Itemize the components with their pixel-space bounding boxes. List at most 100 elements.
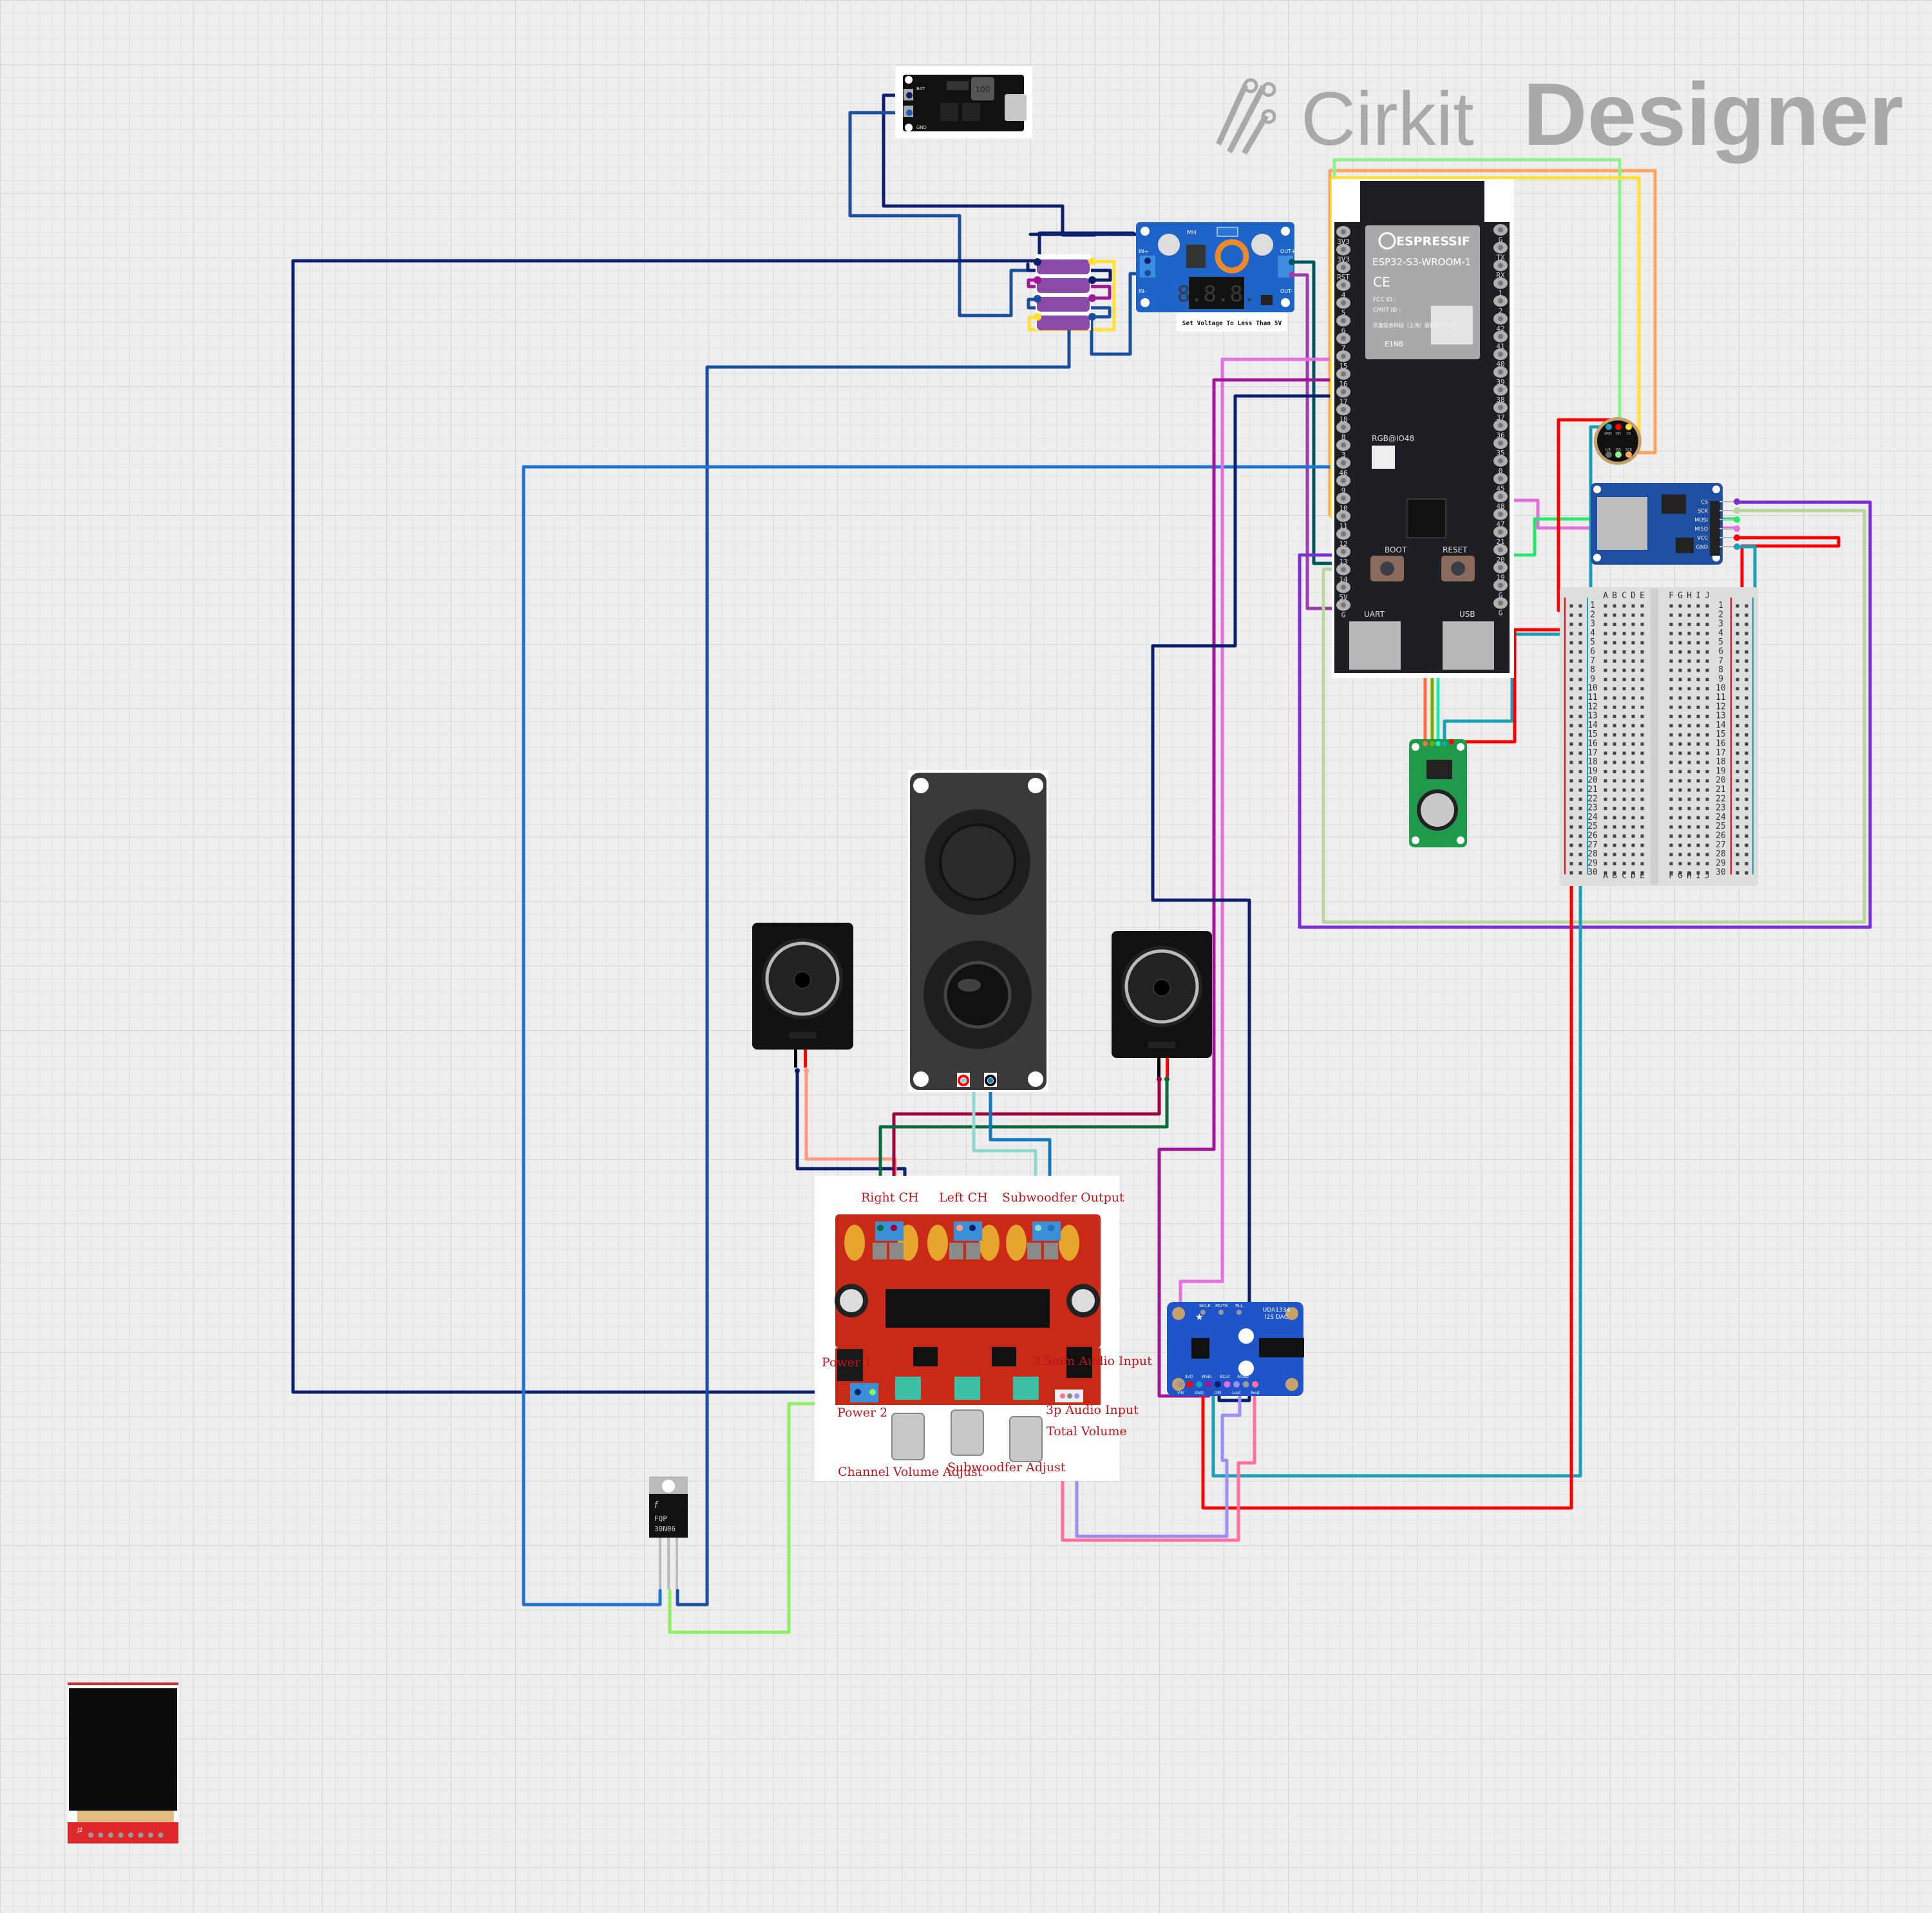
bb-hole[interactable] [1604, 760, 1607, 764]
bb-hole[interactable] [1613, 769, 1616, 773]
tft-display[interactable]: J2 [68, 1682, 178, 1843]
bb-hole[interactable] [1622, 677, 1626, 681]
bb-hole[interactable] [1745, 807, 1748, 811]
bb-hole[interactable] [1678, 677, 1682, 681]
bb-hole[interactable] [1631, 797, 1635, 801]
bb-hole[interactable] [1631, 659, 1635, 663]
bb-hole[interactable] [1669, 816, 1673, 820]
bb-hole[interactable] [1745, 696, 1748, 700]
bb-hole[interactable] [1569, 769, 1573, 773]
bb-hole[interactable] [1696, 825, 1700, 829]
bb-hole[interactable] [1622, 742, 1626, 746]
bb-hole[interactable] [1604, 862, 1607, 865]
bb-hole[interactable] [1622, 807, 1626, 811]
amp-sub-terminal[interactable] [1032, 1221, 1061, 1241]
bb-hole[interactable] [1604, 797, 1607, 801]
bb-hole[interactable] [1745, 853, 1748, 856]
charger-module[interactable]: 100 BAT GND [895, 66, 1032, 138]
dac-pin[interactable] [1252, 1381, 1258, 1388]
bb-hole[interactable] [1705, 733, 1709, 737]
bb-hole[interactable] [1569, 742, 1573, 746]
bb-hole[interactable] [1696, 788, 1700, 792]
bb-hole[interactable] [1569, 853, 1573, 856]
bb-hole[interactable] [1578, 715, 1582, 719]
bb-hole[interactable] [1669, 659, 1673, 663]
uart-micro-usb-port[interactable] [1349, 621, 1401, 670]
bb-hole[interactable] [1631, 632, 1635, 636]
bb-hole[interactable] [1578, 641, 1582, 645]
bb-hole[interactable] [1678, 862, 1682, 865]
sd-pin-cs[interactable] [1734, 498, 1740, 505]
bb-hole[interactable] [1631, 696, 1635, 700]
bb-hole[interactable] [1705, 623, 1709, 627]
bb-hole[interactable] [1696, 632, 1700, 636]
dac-pin[interactable] [1242, 1381, 1249, 1388]
bb-hole[interactable] [1705, 779, 1709, 783]
bb-hole[interactable] [1745, 659, 1748, 663]
bb-hole[interactable] [1687, 834, 1691, 838]
bb-hole[interactable] [1745, 760, 1748, 764]
bb-hole[interactable] [1736, 724, 1739, 728]
bb-hole[interactable] [1687, 862, 1691, 865]
bb-hole[interactable] [1736, 705, 1739, 709]
bb-hole[interactable] [1705, 604, 1709, 608]
bb-hole[interactable] [1745, 788, 1748, 792]
usb-micro-usb-port[interactable] [1443, 621, 1494, 670]
bb-hole[interactable] [1696, 724, 1700, 728]
bb-hole[interactable] [1622, 788, 1626, 792]
bb-hole[interactable] [1613, 742, 1616, 746]
bb-hole[interactable] [1604, 659, 1607, 663]
bb-hole[interactable] [1696, 769, 1700, 773]
bb-hole[interactable] [1569, 696, 1573, 700]
mic-pin-vdd[interactable] [1615, 424, 1622, 430]
bb-hole[interactable] [1604, 843, 1607, 847]
bb-hole[interactable] [1613, 650, 1616, 654]
bb-hole[interactable] [1705, 825, 1709, 829]
bb-hole[interactable] [1640, 733, 1644, 737]
bb-hole[interactable] [1631, 742, 1635, 746]
bb-hole[interactable] [1578, 862, 1582, 865]
dac-pin[interactable] [1177, 1381, 1184, 1388]
bb-hole[interactable] [1578, 705, 1582, 709]
mic-pin-cs[interactable] [1625, 424, 1632, 430]
bb-hole[interactable] [1696, 742, 1700, 746]
bb-hole[interactable] [1631, 769, 1635, 773]
bb-hole[interactable] [1569, 632, 1573, 636]
bb-hole[interactable] [1569, 641, 1573, 645]
bb-hole[interactable] [1640, 715, 1644, 719]
bb-hole[interactable] [1640, 632, 1644, 636]
bb-hole[interactable] [1640, 788, 1644, 792]
bb-hole[interactable] [1604, 715, 1607, 719]
bb-hole[interactable] [1613, 668, 1616, 672]
bb-hole[interactable] [1613, 834, 1616, 838]
bb-hole[interactable] [1631, 705, 1635, 709]
bb-hole[interactable] [1687, 742, 1691, 746]
bb-hole[interactable] [1687, 604, 1691, 608]
bb-hole[interactable] [1678, 613, 1682, 617]
bb-hole[interactable] [1604, 769, 1607, 773]
bb-hole[interactable] [1569, 724, 1573, 728]
bb-hole[interactable] [1705, 677, 1709, 681]
bb-hole[interactable] [1604, 834, 1607, 838]
bb-hole[interactable] [1678, 825, 1682, 829]
bb-hole[interactable] [1678, 816, 1682, 820]
bb-hole[interactable] [1696, 834, 1700, 838]
bb-hole[interactable] [1696, 751, 1700, 755]
bb-hole[interactable] [1687, 733, 1691, 737]
bb-hole[interactable] [1569, 650, 1573, 654]
bb-hole[interactable] [1604, 825, 1607, 829]
total-volume-pot[interactable] [1013, 1377, 1039, 1400]
sub-adjust-knob[interactable] [951, 1409, 984, 1456]
bb-hole[interactable] [1687, 687, 1691, 691]
bb-hole[interactable] [1631, 834, 1635, 838]
bb-hole[interactable] [1678, 788, 1682, 792]
bb-hole[interactable] [1631, 788, 1635, 792]
bb-hole[interactable] [1669, 871, 1673, 875]
bb-hole[interactable] [1678, 659, 1682, 663]
bb-hole[interactable] [1696, 779, 1700, 783]
bb-hole[interactable] [1622, 853, 1626, 856]
bb-hole[interactable] [1578, 769, 1582, 773]
bb-hole[interactable] [1578, 751, 1582, 755]
bb-hole[interactable] [1622, 816, 1626, 820]
breadboard[interactable]: AABBCCDDEEFFGGHHIIJJ1 12 23 34 45 56 67 78 89 910… [1560, 587, 1758, 886]
